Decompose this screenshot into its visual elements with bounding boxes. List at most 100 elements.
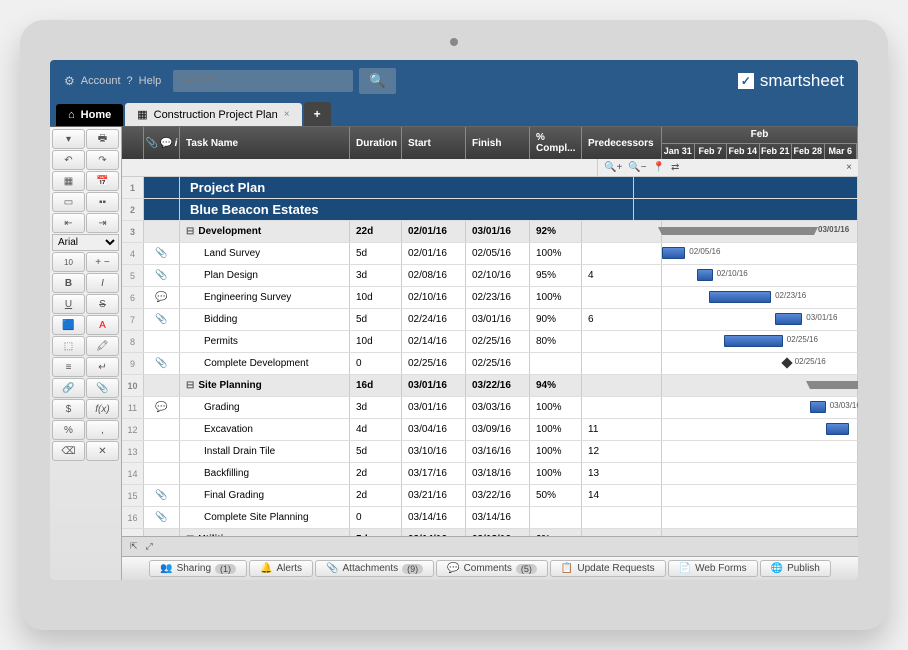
duration-cell[interactable]: 3d	[350, 265, 402, 286]
start-cell[interactable]: 03/14/16	[402, 507, 466, 528]
align-icon[interactable]: ≡	[52, 357, 85, 377]
table-row[interactable]: 7📎Bidding5d02/24/1603/01/1690%603/01/16	[122, 309, 858, 331]
task-cell[interactable]: Project Plan	[180, 177, 634, 198]
update-requests-button[interactable]: 📋Update Requests	[550, 560, 666, 577]
task-cell[interactable]: Complete Development	[180, 353, 350, 374]
task-cell[interactable]: Backfilling	[180, 463, 350, 484]
finish-cell[interactable]: 03/03/16	[466, 397, 530, 418]
wrap-icon[interactable]: ↵	[86, 357, 119, 377]
pct-cell[interactable]	[530, 353, 582, 374]
publish-button[interactable]: 🌐Publish	[760, 560, 831, 577]
task-cell[interactable]: Permits	[180, 331, 350, 352]
help-icon[interactable]: ?	[127, 75, 133, 87]
gantt-bar[interactable]	[810, 401, 826, 413]
finish-cell[interactable]: 03/01/16	[466, 309, 530, 330]
summary-bar[interactable]	[810, 381, 858, 389]
duration-cell[interactable]: 10d	[350, 331, 402, 352]
expand-icon[interactable]: ⤢	[142, 540, 157, 553]
duration-cell[interactable]: 16d	[350, 375, 402, 396]
start-cell[interactable]: 03/14/16	[402, 529, 466, 536]
attach-icon[interactable]: 📎	[86, 378, 119, 398]
task-cell[interactable]: Utilities	[180, 529, 350, 536]
web-forms-button[interactable]: 📄Web Forms	[668, 560, 758, 577]
pred-cell[interactable]	[582, 375, 662, 396]
duration-cell[interactable]: 0	[350, 507, 402, 528]
task-cell[interactable]: Grading	[180, 397, 350, 418]
critical-path-icon[interactable]: ⇄	[671, 162, 679, 173]
pct-cell[interactable]: 100%	[530, 441, 582, 462]
finish-cell[interactable]: 02/05/16	[466, 243, 530, 264]
pct-cell[interactable]: 100%	[530, 287, 582, 308]
gear-icon[interactable]: ⚙	[64, 74, 75, 88]
finish-cell[interactable]: 03/18/16	[466, 463, 530, 484]
start-cell[interactable]: 03/04/16	[402, 419, 466, 440]
clear-icon[interactable]: ✕	[86, 441, 119, 461]
search-input[interactable]	[173, 70, 353, 92]
finish-cell[interactable]: 02/25/16	[466, 331, 530, 352]
table-row[interactable]: 15📎Final Grading2d03/21/1603/22/1650%14	[122, 485, 858, 507]
table-row[interactable]: 4📎Land Survey5d02/01/1602/05/16100%02/05…	[122, 243, 858, 265]
task-cell[interactable]: Engineering Survey	[180, 287, 350, 308]
indent-icon[interactable]: ⇤	[52, 213, 85, 233]
gantt-view-icon[interactable]: ▭	[52, 192, 85, 212]
start-cell[interactable]: 02/10/16	[402, 287, 466, 308]
underline-icon[interactable]: U	[52, 294, 85, 314]
zoom-out-icon[interactable]: 🔍−	[628, 162, 646, 173]
start-cell[interactable]: 03/10/16	[402, 441, 466, 462]
start-cell[interactable]: 02/01/16	[402, 243, 466, 264]
col-task-header[interactable]: Task Name	[180, 127, 350, 159]
pred-cell[interactable]: 4	[582, 265, 662, 286]
pct-cell[interactable]: 94%	[530, 375, 582, 396]
sharing-button[interactable]: 👥Sharing(1)	[149, 560, 247, 577]
table-row[interactable]: 13Install Drain Tile5d03/10/1603/16/1610…	[122, 441, 858, 463]
comments-button[interactable]: 💬Comments(5)	[436, 560, 548, 577]
duration-cell[interactable]: 4d	[350, 419, 402, 440]
duration-cell[interactable]: 5d	[350, 529, 402, 536]
finish-cell[interactable]: 03/01/16	[466, 221, 530, 242]
account-link[interactable]: Account	[81, 75, 121, 87]
pred-cell[interactable]	[582, 331, 662, 352]
text-color-icon[interactable]: A	[86, 315, 119, 335]
strike-icon[interactable]: S	[86, 294, 119, 314]
pred-cell[interactable]	[582, 287, 662, 308]
duration-cell[interactable]: 2d	[350, 485, 402, 506]
gantt-bar[interactable]	[697, 269, 713, 281]
finish-cell[interactable]: 03/14/16	[466, 507, 530, 528]
eraser-icon[interactable]: ⌫	[52, 441, 85, 461]
task-cell[interactable]: Install Drain Tile	[180, 441, 350, 462]
table-row[interactable]: 16📎Complete Site Planning003/14/1603/14/…	[122, 507, 858, 529]
finish-cell[interactable]: 02/10/16	[466, 265, 530, 286]
col-duration-header[interactable]: Duration	[350, 127, 402, 159]
pct-cell[interactable]: 0%	[530, 529, 582, 536]
start-cell[interactable]: 02/25/16	[402, 353, 466, 374]
start-cell[interactable]: 02/14/16	[402, 331, 466, 352]
task-cell[interactable]: Land Survey	[180, 243, 350, 264]
pct-cell[interactable]: 100%	[530, 397, 582, 418]
italic-icon[interactable]: I	[86, 273, 119, 293]
finish-cell[interactable]: 03/22/16	[466, 485, 530, 506]
gantt-bar[interactable]	[826, 423, 849, 435]
highlight-icon[interactable]: 🖍	[86, 336, 119, 356]
pred-cell[interactable]	[582, 221, 662, 242]
pred-cell[interactable]	[582, 243, 662, 264]
comma-icon[interactable]: ,	[86, 420, 119, 440]
start-cell[interactable]: 03/01/16	[402, 397, 466, 418]
grid-view-icon[interactable]: ▦	[52, 171, 85, 191]
pct-cell[interactable]: 100%	[530, 419, 582, 440]
table-row[interactable]: 8Permits10d02/14/1602/25/1680%02/25/16	[122, 331, 858, 353]
duration-cell[interactable]: 2d	[350, 463, 402, 484]
table-row[interactable]: 6💬Engineering Survey10d02/10/1602/23/161…	[122, 287, 858, 309]
table-row[interactable]: 14Backfilling2d03/17/1603/18/16100%13	[122, 463, 858, 485]
task-cell[interactable]: Site Planning	[180, 375, 350, 396]
col-pct-header[interactable]: % Compl...	[530, 127, 582, 159]
duration-cell[interactable]: 5d	[350, 441, 402, 462]
summary-bar[interactable]	[662, 227, 814, 235]
table-row[interactable]: 5📎Plan Design3d02/08/1602/10/1695%402/10…	[122, 265, 858, 287]
task-cell[interactable]: Complete Site Planning	[180, 507, 350, 528]
task-cell[interactable]: Development	[180, 221, 350, 242]
gantt-bar[interactable]	[724, 335, 783, 347]
pred-cell[interactable]	[582, 353, 662, 374]
bold-icon[interactable]: B	[52, 273, 85, 293]
start-cell[interactable]: 03/01/16	[402, 375, 466, 396]
save-icon[interactable]: ▾	[52, 129, 85, 149]
